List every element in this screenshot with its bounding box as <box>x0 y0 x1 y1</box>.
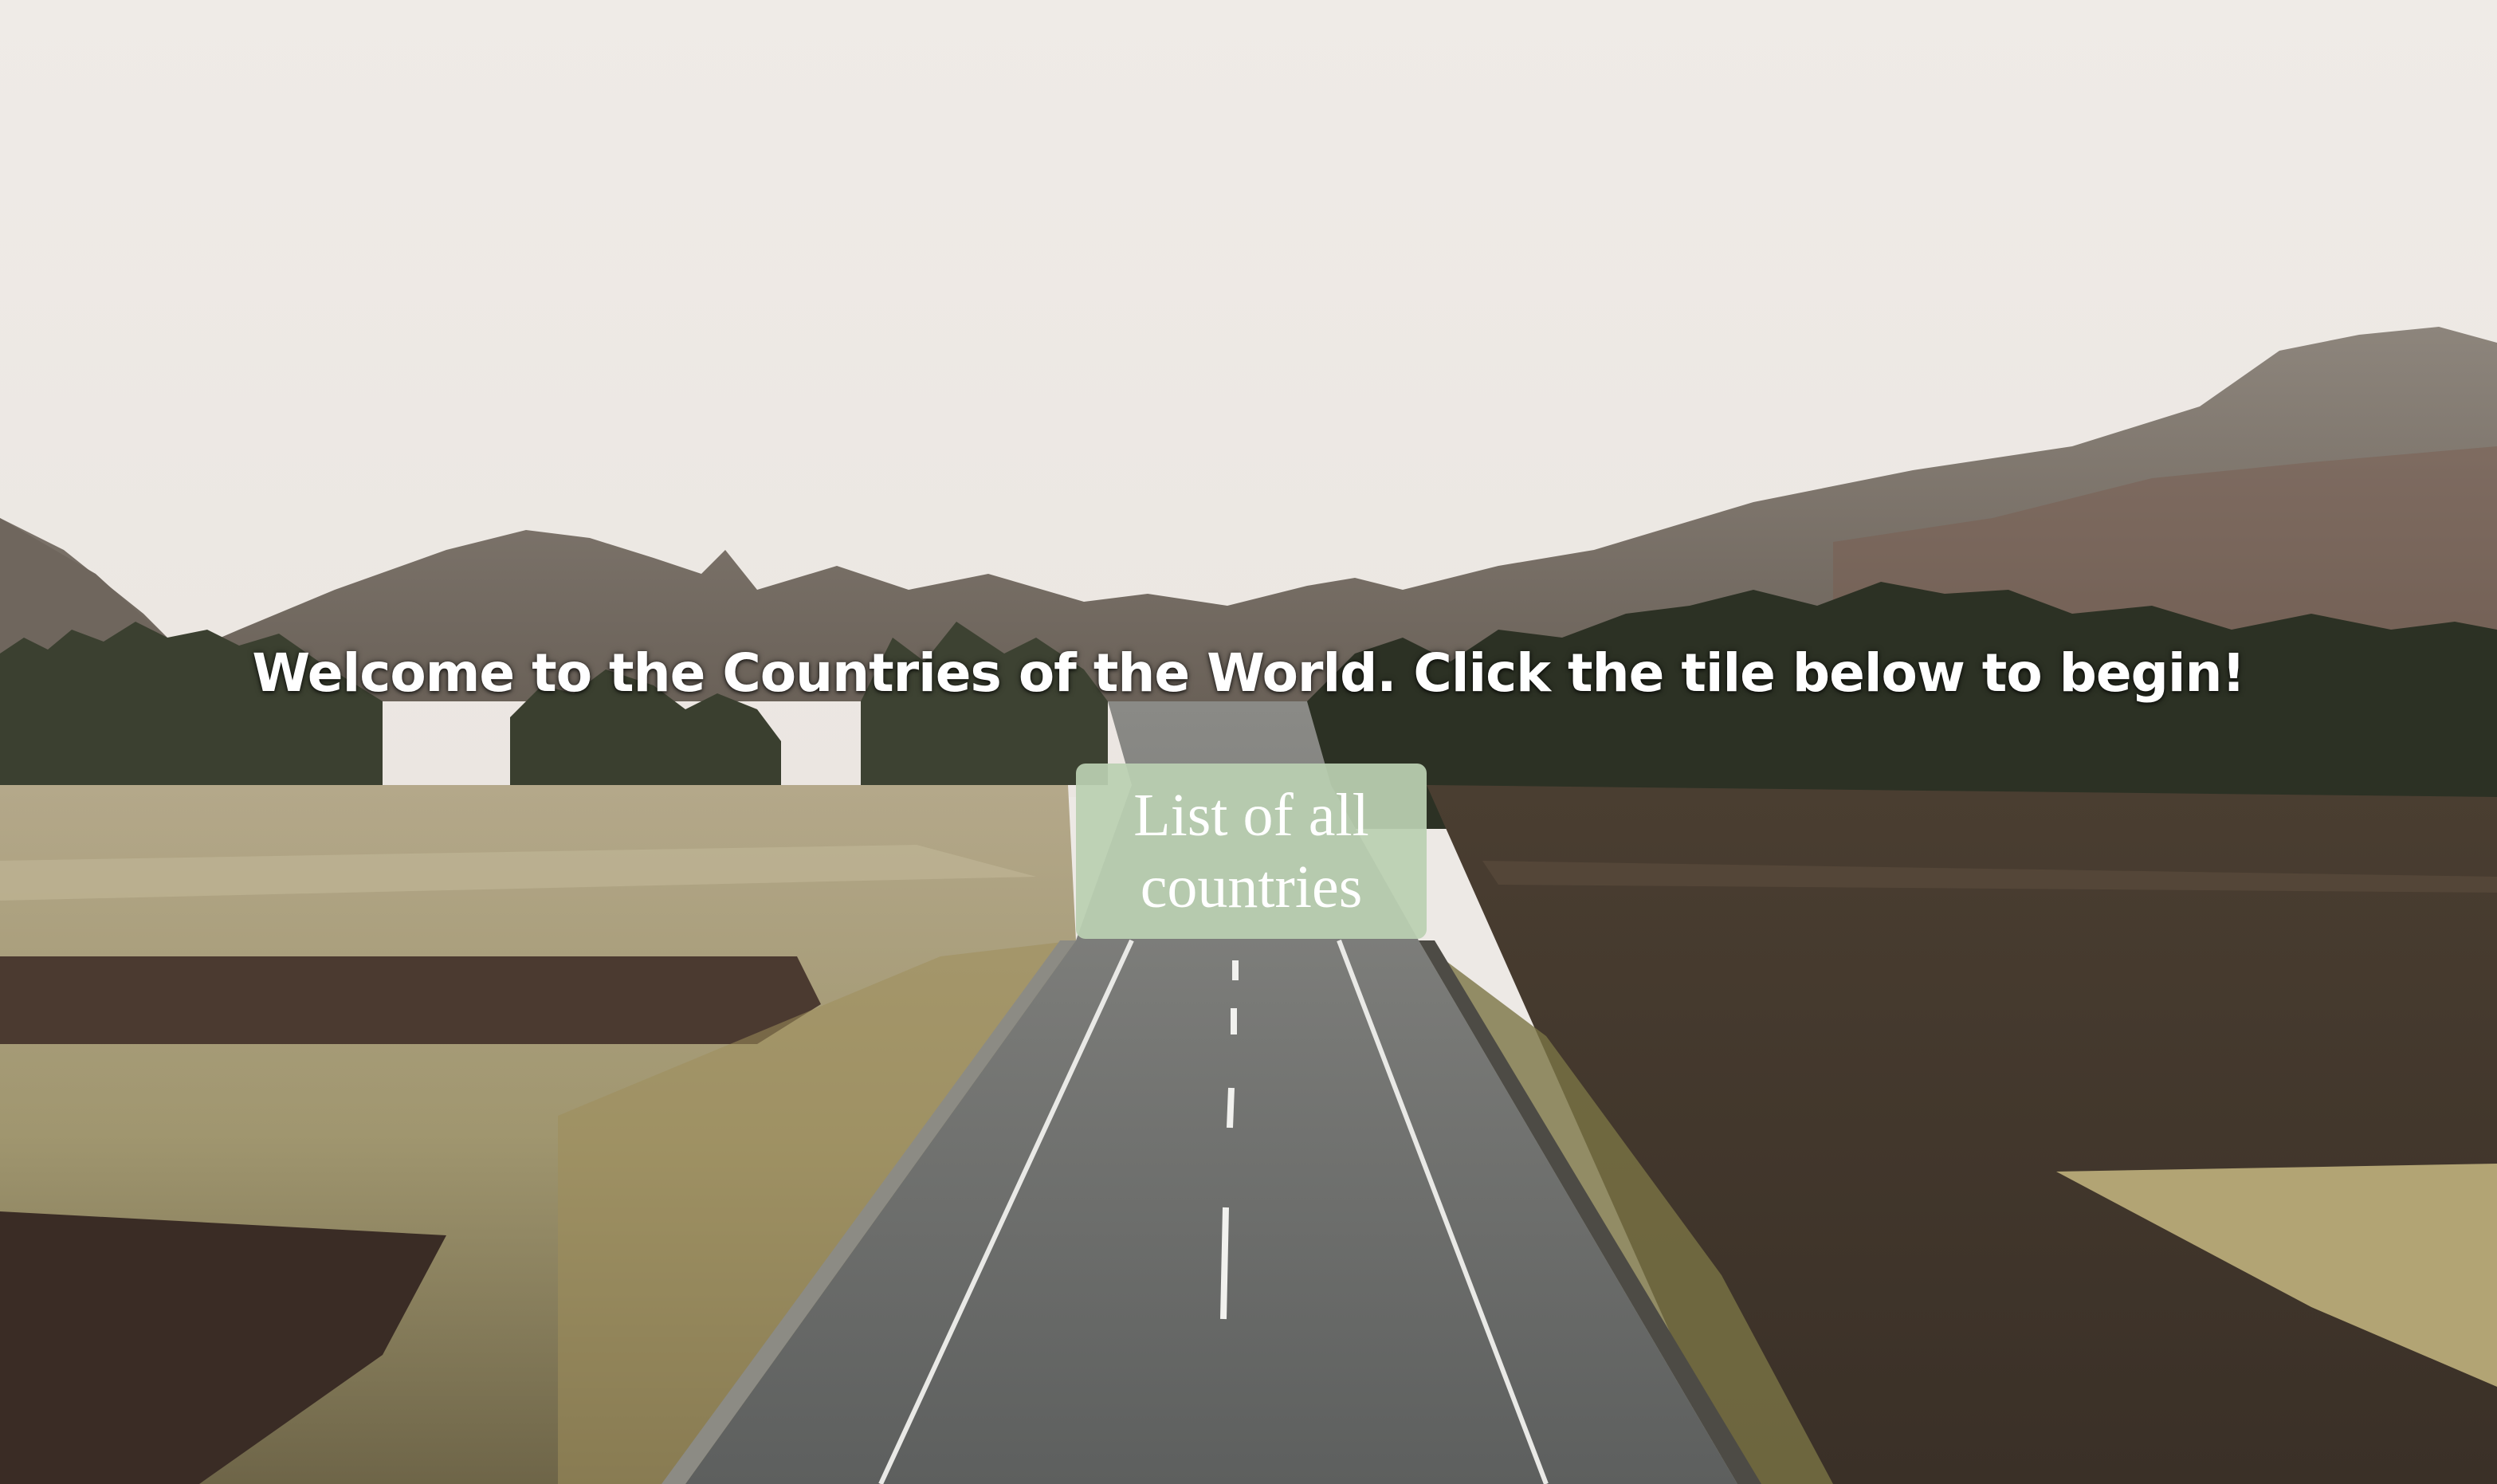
tile-label: List of all countries <box>1133 782 1369 921</box>
list-of-countries-tile[interactable]: List of all countries <box>1076 764 1427 939</box>
landing-page: Welcome to the Countries of the World. C… <box>0 0 2497 1484</box>
welcome-heading: Welcome to the Countries of the World. C… <box>252 642 2245 704</box>
landscape-background-image <box>0 0 2497 1484</box>
